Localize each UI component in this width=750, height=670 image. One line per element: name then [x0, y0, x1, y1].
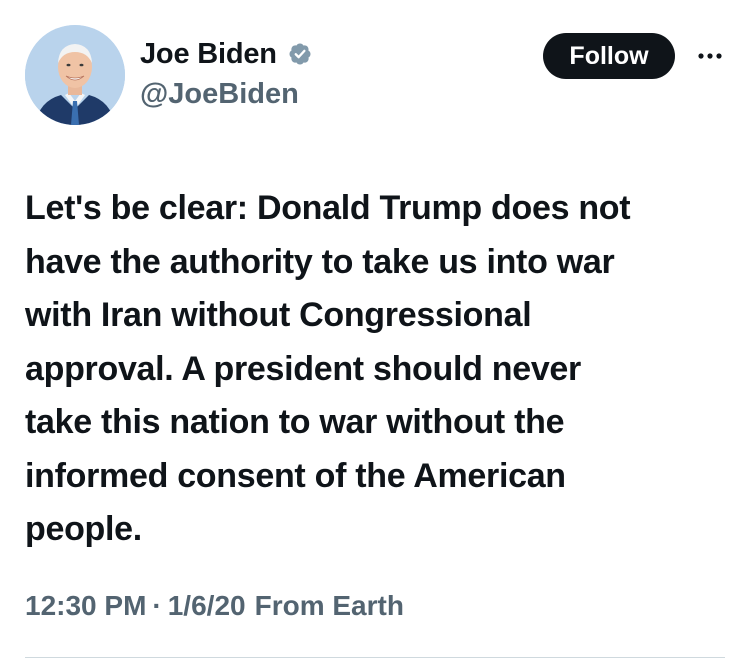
- tweet-text-line: informed consent of the American: [25, 456, 566, 495]
- name-row: Joe Biden: [140, 34, 315, 74]
- tweet-text-line: have the authority to take us into war: [25, 242, 615, 281]
- user-handle[interactable]: @JoeBiden: [140, 78, 299, 111]
- more-options-button[interactable]: [688, 34, 732, 78]
- tweet-text-line: people.: [25, 510, 142, 548]
- more-horizontal-icon: [698, 53, 722, 59]
- divider: [25, 657, 725, 658]
- tweet-date[interactable]: 1/6/20: [168, 590, 246, 622]
- tweet-text-line: Let's be clear: Donald Trump does not: [25, 189, 631, 227]
- tweet-card: Joe Biden @JoeBiden Follow Let's be clea…: [0, 0, 750, 670]
- tweet-metadata: 12:30 PM · 1/6/20 From Earth: [25, 590, 404, 622]
- avatar[interactable]: [25, 25, 125, 125]
- avatar-image: [25, 25, 125, 125]
- tweet-time[interactable]: 12:30 PM: [25, 590, 146, 622]
- tweet-source: From Earth: [254, 590, 404, 621]
- meta-separator: ·: [152, 590, 162, 621]
- tweet-text-line: take this nation to war without the: [25, 403, 565, 441]
- follow-button[interactable]: Follow: [543, 33, 675, 79]
- verified-badge-icon[interactable]: [285, 39, 315, 69]
- tweet-text-line: approval. A president should never: [25, 349, 581, 388]
- tweet-text: Let's be clear: Donald Trump does not ha…: [25, 182, 730, 557]
- display-name[interactable]: Joe Biden: [140, 38, 277, 71]
- tweet-text-line: with Iran without Congressional: [25, 296, 532, 334]
